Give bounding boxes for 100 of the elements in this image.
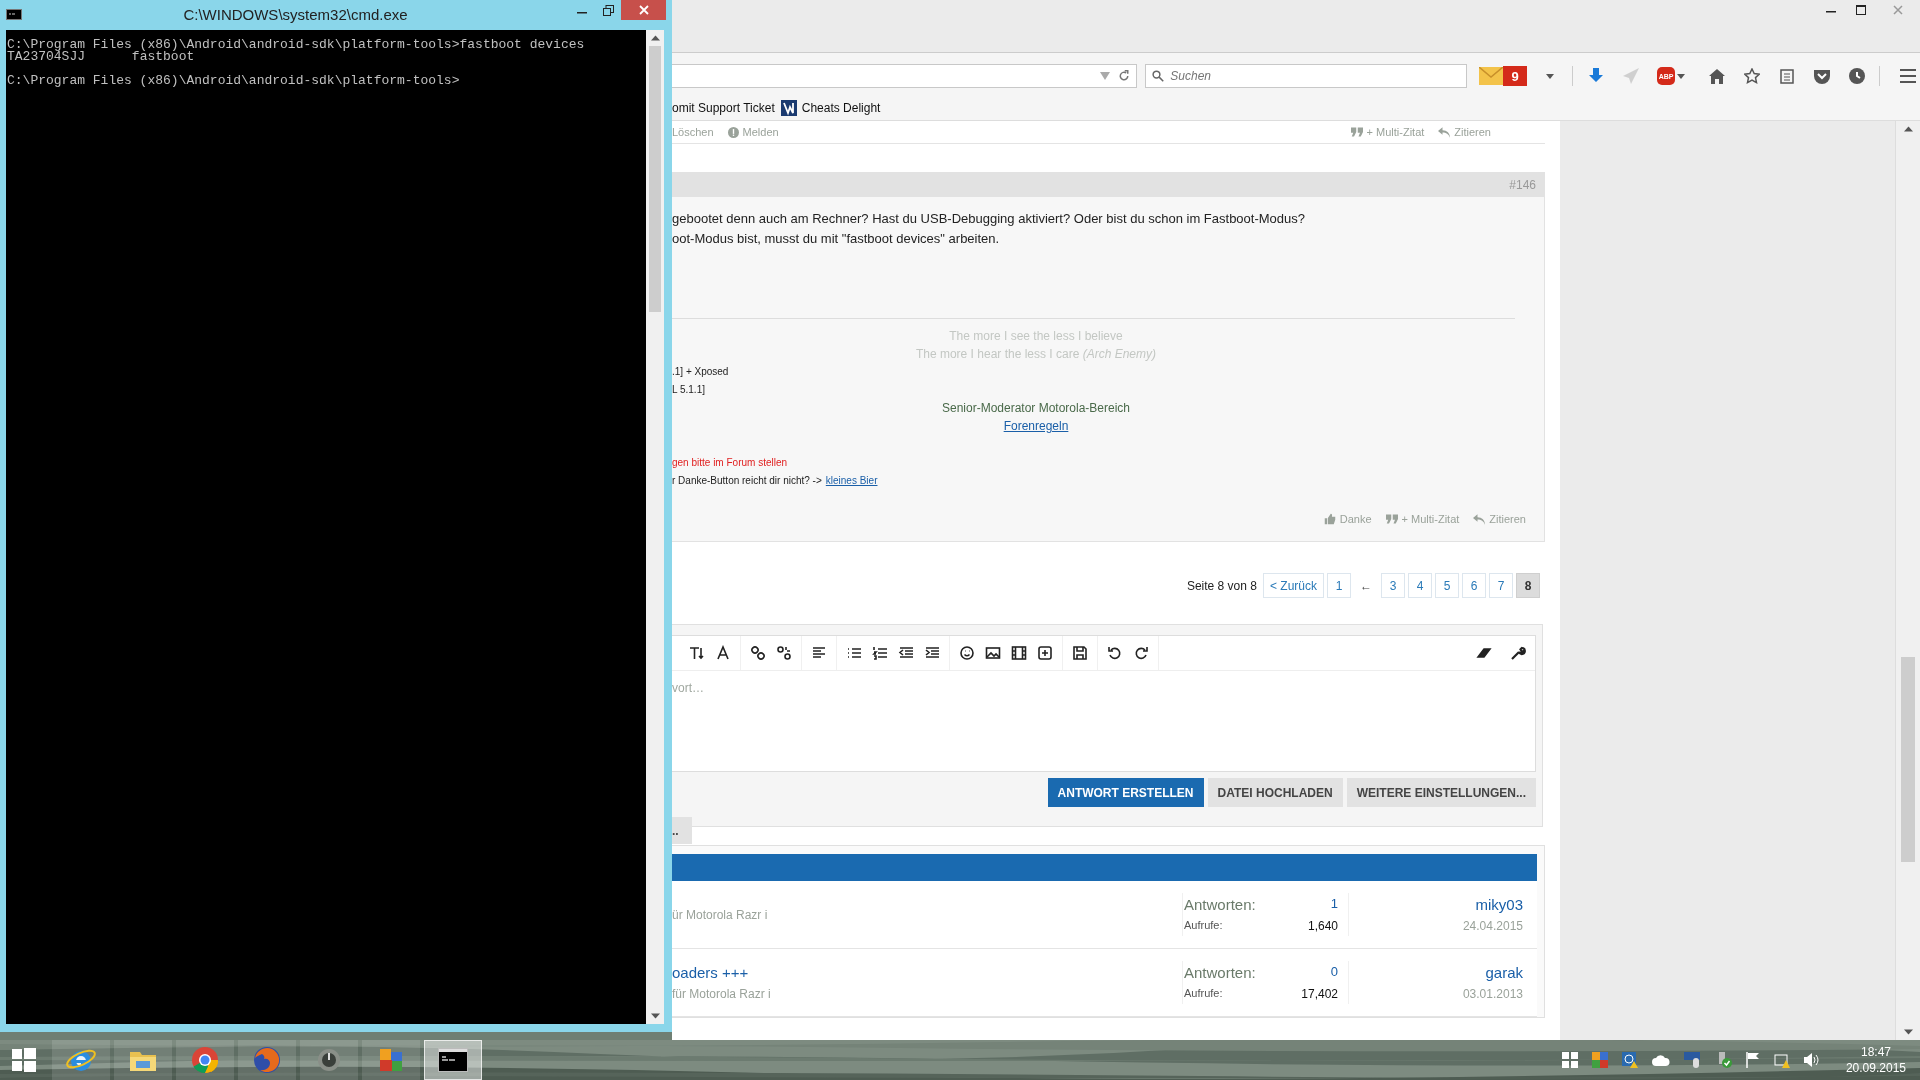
quote-marks-icon [1350,127,1363,137]
console-line: C:\Program Files (x86)\Android\android-sdk\platform-tools> [7,75,461,87]
home-icon[interactable] [1709,68,1725,84]
search-icon [1152,70,1165,82]
link-icon[interactable] [750,645,766,661]
redo-icon[interactable] [1133,645,1149,661]
indent-icon[interactable] [924,645,940,661]
replies-count: 1 [1329,896,1338,913]
views-label: Aufrufe: [1184,919,1224,933]
more-button[interactable]: .. [672,817,692,844]
page-button[interactable]: 1 [1327,573,1351,598]
bookmark-link[interactable]: omit Support Ticket [672,101,775,115]
console-line: TA23704SJJ fastboot [7,51,195,63]
bullet-list-icon[interactable] [846,645,862,661]
user-link[interactable]: garak [1485,964,1523,981]
caret-icon[interactable] [1546,73,1555,79]
post-text: oot-Modus bist, musst du mit "fastboot devices" arbeiten. [672,230,1001,248]
post-action-link[interactable]: + Multi-Zitat [1350,126,1425,138]
download-icon[interactable] [1589,68,1603,84]
page-button[interactable]: < Zurück [1263,573,1324,598]
views-label: Aufrufe: [1184,987,1224,1001]
caret-icon[interactable] [1677,73,1685,79]
scrollbar-thumb[interactable] [1901,657,1915,862]
post-date: 24.04.2015 [1462,919,1523,933]
maximize-icon[interactable] [1856,5,1866,15]
speaker-icon[interactable] [1803,1053,1820,1067]
bookmark-link[interactable]: Cheats Delight [780,100,881,116]
pocket-icon[interactable] [1814,68,1830,84]
reply-field[interactable]: vort… [672,671,1535,771]
page-button[interactable]: 8 [1516,573,1540,598]
thread-title[interactable]: oaders +++ [672,964,1182,981]
scrollbar-thumb[interactable] [649,46,661,312]
star-icon[interactable] [1744,68,1760,84]
page-button[interactable]: 7 [1489,573,1513,598]
restore-icon[interactable] [602,4,614,16]
post-date: 03.01.2013 [1462,987,1523,1001]
post-text: gebootet denn auch am Rechner? Hast du USB-Debugging aktiviert? Oder bist du schon im Fastboot-Modus? [672,210,1307,228]
scrollbar[interactable] [1895,121,1920,1040]
history-icon[interactable] [1849,68,1865,84]
flag-icon[interactable] [1745,1052,1760,1068]
eraser-icon[interactable] [1476,645,1492,661]
taskbar-app[interactable] [424,1040,482,1080]
rules-link[interactable]: Forenregeln [1003,417,1069,435]
scrollbar[interactable] [646,30,664,1024]
page-button[interactable]: 5 [1435,573,1459,598]
keyboard-mouse-icon[interactable] [1683,1052,1702,1068]
donate-text: r Danke-Button reicht dir nicht? -> [672,474,822,488]
numbered-list-icon[interactable] [872,645,888,661]
search-input[interactable]: Suchen [1170,69,1451,83]
align-left-icon[interactable] [811,645,827,661]
form-button[interactable]: ANTWORT ERSTELLEN [1047,778,1204,807]
signature-text: L 5.1.1] [672,383,706,397]
menu-icon[interactable] [1900,69,1916,83]
font-size-icon[interactable] [689,645,705,661]
undo-icon[interactable] [1107,645,1123,661]
reload-icon[interactable] [1118,70,1131,82]
form-button[interactable]: WEITERE EINSTELLUNGEN... [1346,778,1536,807]
post-action-link[interactable]: Zitieren [1473,513,1526,525]
colored-blocks-icon[interactable] [1591,1052,1608,1068]
reply-arrow-icon [1473,513,1486,525]
clipboard-icon[interactable] [1780,68,1794,84]
page-button[interactable]: 3 [1381,573,1405,598]
wrench-icon[interactable] [1510,645,1526,661]
console-line: C:\Program Files (x86)\Android\android-sdk\platform-tools>fastboot devices [7,39,586,51]
outdent-icon[interactable] [898,645,914,661]
smiley-icon[interactable] [959,645,975,661]
windows-logo-icon[interactable] [1561,1052,1578,1068]
save-icon[interactable] [1072,645,1088,661]
chrome-icon [189,1044,221,1076]
reply-arrow-icon [1438,126,1451,138]
views-count: 17,402 [1301,987,1338,1001]
user-link[interactable]: miky03 [1475,896,1523,913]
unlink-icon[interactable] [776,645,792,661]
form-button[interactable]: DATEI HOCHLADEN [1207,778,1343,807]
network-warning-icon[interactable] [1773,1052,1790,1068]
post-action-link[interactable]: Löschen [672,126,714,138]
film-icon[interactable] [1011,645,1027,661]
cloud-icon[interactable] [1651,1054,1670,1066]
post-action-link[interactable]: Zitieren [1438,126,1491,138]
clock[interactable]: 18:47 20.09.2015 [1845,1044,1906,1076]
thumbs-up-icon [1323,513,1336,525]
insert-box-icon[interactable] [1037,645,1053,661]
quote-marks-icon [1385,514,1398,524]
views-count: 1,640 [1307,919,1338,933]
page-button[interactable]: 6 [1462,573,1486,598]
replies-label: Antworten: [1184,964,1257,981]
page-button[interactable]: 4 [1408,573,1432,598]
signature-text: .1] + Xposed [672,365,730,379]
page-label: Seite 8 von 8 [1186,578,1257,593]
page-gap: ← [1359,578,1373,593]
close-button[interactable] [621,0,666,20]
windows-logo-icon[interactable] [12,1048,36,1072]
image-icon[interactable] [985,645,1001,661]
post-action-link[interactable]: Melden [727,126,779,138]
thread-forum: für Motorola Razr i [672,987,772,1001]
terminal-icon [6,9,22,20]
font-icon[interactable] [715,645,731,661]
search-field[interactable]: Suchen [1145,64,1468,88]
donate-link[interactable]: kleines Bier [825,472,878,490]
terminal-icon [438,1048,468,1072]
